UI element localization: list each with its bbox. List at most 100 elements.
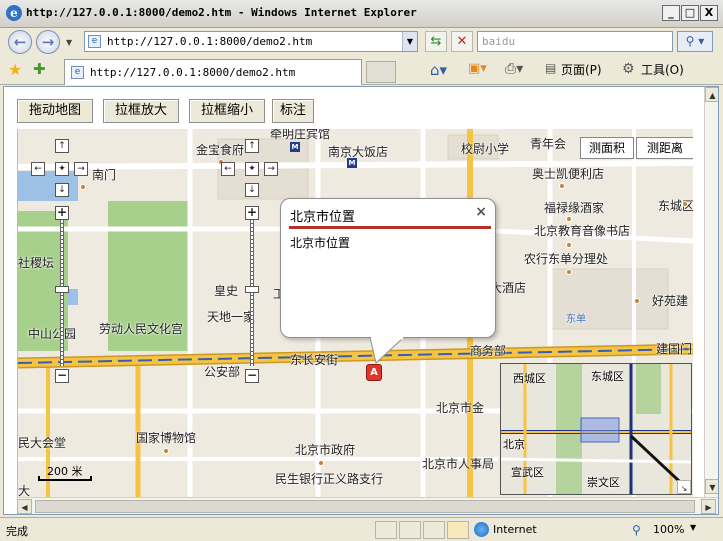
annotate-button[interactable]: 标注	[272, 99, 314, 123]
poi-dot[interactable]	[566, 216, 572, 222]
poi-label[interactable]: 北京市人事局	[422, 455, 494, 472]
poi-dot[interactable]	[318, 460, 324, 466]
poi-label[interactable]: 校尉小学	[461, 140, 509, 157]
new-tab-button[interactable]	[366, 61, 396, 83]
poi-label[interactable]: 奥士凯便利店	[532, 165, 604, 182]
poi-label[interactable]: 东城区	[658, 197, 693, 214]
measure-area-button[interactable]: 测面积	[580, 137, 634, 159]
metro-icon[interactable]: M	[347, 158, 357, 168]
address-bar[interactable]: e http://127.0.0.1:8000/demo2.htm ▼	[84, 31, 418, 52]
pan-down-icon[interactable]: ↓	[245, 183, 259, 197]
poi-label[interactable]: 社稷坛	[18, 254, 54, 271]
pan-up-icon[interactable]: ↑	[55, 139, 69, 153]
pan-up-icon[interactable]: ↑	[245, 139, 259, 153]
add-favorite-icon[interactable]: ✚	[33, 60, 46, 78]
zoom-slider-knob[interactable]	[55, 286, 69, 293]
overview-collapse-icon[interactable]: ↘	[677, 480, 691, 494]
poi-dot[interactable]	[566, 269, 572, 275]
poi-dot[interactable]	[559, 183, 565, 189]
favorites-star-icon[interactable]: ★	[8, 60, 22, 79]
zoom-slider-track[interactable]	[60, 220, 64, 366]
search-button[interactable]: ⚲ ▾	[677, 31, 713, 52]
home-icon[interactable]: ⌂▾	[430, 61, 447, 79]
scroll-left-icon[interactable]: ◀	[17, 499, 32, 514]
zoom-out-icon[interactable]: −	[55, 369, 69, 383]
poi-label[interactable]: 北京教育音像书店	[534, 222, 630, 239]
vertical-scrollbar[interactable]: ▲ ▼	[704, 87, 718, 497]
poi-label[interactable]: 北京市政府	[295, 441, 355, 458]
poi-label[interactable]: 民生银行正义路支行	[275, 470, 383, 487]
url-text[interactable]: http://127.0.0.1:8000/demo2.htm	[107, 35, 312, 48]
poi-label[interactable]: 东长安街	[290, 351, 338, 368]
scroll-thumb[interactable]	[35, 500, 695, 513]
poi-label[interactable]: 农行东单分理处	[524, 250, 608, 267]
zoom-slider-track[interactable]	[250, 220, 254, 366]
poi-label[interactable]: 东单	[566, 310, 586, 325]
tab-demo2[interactable]: e http://127.0.0.1:8000/demo2.htm	[64, 59, 362, 85]
scroll-down-icon[interactable]: ▼	[705, 479, 718, 494]
poi-label[interactable]: 劳动人民文化宫	[99, 320, 183, 337]
scroll-up-icon[interactable]: ▲	[705, 87, 718, 102]
horizontal-scrollbar[interactable]: ◀ ▶	[17, 497, 718, 514]
refresh-button[interactable]: ⇆	[425, 31, 447, 52]
poi-label[interactable]: 福禄缘酒家	[544, 199, 604, 216]
map-canvas[interactable]: 牵明庄宾馆 金宝食府 南京大饭店 校尉小学 青年会 奥士凯便利店 南门 福禄缘酒…	[17, 129, 693, 497]
address-dropdown-icon[interactable]: ▼	[402, 32, 417, 51]
poi-label[interactable]: 南门	[92, 166, 116, 183]
poi-label[interactable]: 北京市金	[436, 399, 484, 416]
zoom-magnifier-icon[interactable]: ⚲	[632, 523, 641, 537]
drag-map-button[interactable]: 拖动地图	[17, 99, 93, 123]
zoom-in-box-button[interactable]: 拉框放大	[103, 99, 179, 123]
poi-label[interactable]: 青年会	[530, 135, 566, 152]
zoom-level[interactable]: 100%	[653, 523, 684, 536]
poi-dot[interactable]	[80, 184, 86, 190]
poi-label[interactable]: 皇史	[214, 282, 238, 299]
pan-left-icon[interactable]: ←	[31, 162, 45, 176]
pan-right-icon[interactable]: →	[264, 162, 278, 176]
location-marker-icon[interactable]: A	[366, 364, 382, 381]
minimize-button[interactable]: _	[662, 5, 680, 21]
overview-map[interactable]: 西城区 东城区 北京 宣武区 崇文区 ↘	[500, 363, 692, 495]
pan-left-icon[interactable]: ←	[221, 162, 235, 176]
measure-distance-button[interactable]: 测距离	[636, 137, 693, 159]
feeds-icon[interactable]: ▣▾	[468, 61, 487, 76]
tools-menu[interactable]: 工具(O)	[641, 61, 684, 78]
poi-dot[interactable]	[566, 242, 572, 248]
pan-right-icon[interactable]: →	[74, 162, 88, 176]
poi-label[interactable]: 好苑建	[652, 292, 688, 309]
search-input[interactable]: baidu	[477, 31, 673, 52]
maximize-button[interactable]: □	[681, 5, 699, 21]
poi-label[interactable]: 建国门	[656, 340, 692, 357]
back-button[interactable]: ←	[8, 30, 32, 54]
poi-label[interactable]: 天地一家	[207, 308, 255, 325]
info-window-close-icon[interactable]: ×	[475, 204, 487, 220]
poi-dot[interactable]	[682, 201, 688, 207]
zoom-in-icon[interactable]: +	[55, 206, 69, 220]
pan-center-icon[interactable]: ✦	[55, 162, 69, 176]
poi-label[interactable]: 南京大饭店	[328, 143, 388, 160]
stop-button[interactable]: ✕	[451, 31, 473, 52]
warning-icon[interactable]	[447, 521, 469, 539]
zoom-out-box-button[interactable]: 拉框缩小	[189, 99, 265, 123]
pan-center-icon[interactable]: ✦	[245, 162, 259, 176]
poi-label[interactable]: 公安部	[204, 363, 240, 380]
poi-label[interactable]: 大	[18, 482, 30, 497]
print-icon[interactable]: ⎙▾	[505, 61, 523, 77]
poi-label[interactable]: 牵明庄宾馆	[270, 129, 330, 142]
zoom-in-icon[interactable]: +	[245, 206, 259, 220]
poi-label[interactable]: 国家博物馆	[136, 429, 196, 446]
poi-dot[interactable]	[163, 448, 169, 454]
poi-label[interactable]: 中山公园	[28, 325, 76, 342]
zoom-out-icon[interactable]: −	[245, 369, 259, 383]
history-dropdown-icon[interactable]: ▼	[66, 38, 72, 47]
poi-label[interactable]: 民大会堂	[18, 434, 66, 451]
metro-icon[interactable]: M	[290, 142, 300, 152]
page-menu[interactable]: 页面(P)	[561, 61, 602, 78]
poi-dot[interactable]	[634, 298, 640, 304]
scroll-right-icon[interactable]: ▶	[701, 499, 716, 514]
zoom-slider-knob[interactable]	[245, 286, 259, 293]
pan-down-icon[interactable]: ↓	[55, 183, 69, 197]
forward-button[interactable]: →	[36, 30, 60, 54]
poi-label[interactable]: 商务部	[470, 342, 506, 359]
zoom-dropdown-icon[interactable]: ▼	[690, 523, 696, 532]
